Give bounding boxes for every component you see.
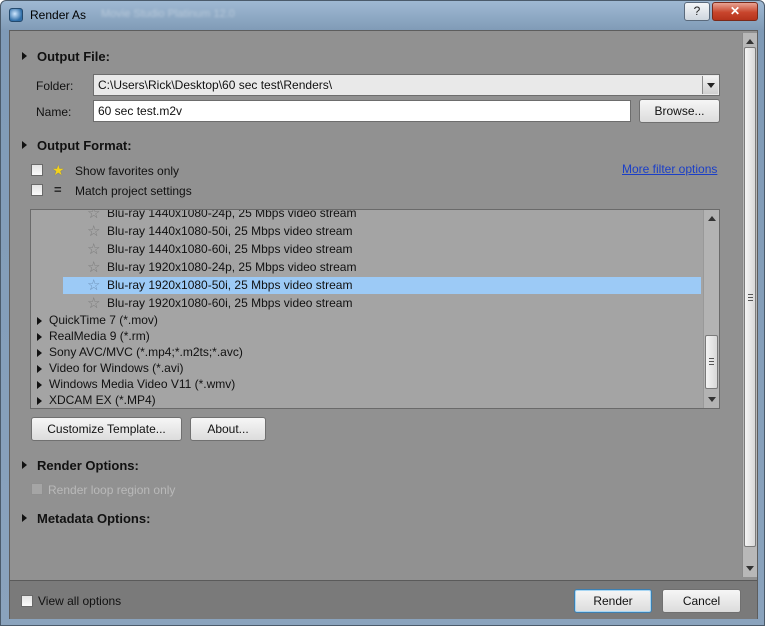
expand-arrow-icon[interactable] bbox=[37, 365, 42, 373]
star-outline-icon[interactable]: ☆ bbox=[87, 241, 100, 258]
format-group-label: Sony AVC/MVC (*.mp4;*.m2ts;*.avc) bbox=[49, 345, 243, 359]
render-options-header[interactable]: Render Options: bbox=[22, 458, 139, 473]
expand-arrow-icon[interactable] bbox=[37, 317, 42, 325]
folder-label: Folder: bbox=[36, 79, 74, 93]
template-row[interactable]: ☆ Blu-ray 1440x1080-60i, 25 Mbps video st… bbox=[87, 241, 699, 258]
folder-combobox[interactable]: C:\Users\Rick\Desktop\60 sec test\Render… bbox=[93, 74, 720, 96]
scroll-up-icon[interactable] bbox=[708, 216, 716, 221]
output-file-header[interactable]: Output File: bbox=[22, 49, 110, 64]
browse-button[interactable]: Browse... bbox=[639, 99, 720, 123]
format-group-row[interactable]: RealMedia 9 (*.rm) bbox=[35, 328, 150, 345]
format-group-label: XDCAM EX (*.MP4) bbox=[49, 393, 156, 407]
template-label: Blu-ray 1920x1080-60i, 25 Mbps video str… bbox=[107, 296, 353, 310]
template-label: Blu-ray 1440x1080-60i, 25 Mbps video str… bbox=[107, 242, 353, 256]
cancel-button[interactable]: Cancel bbox=[662, 589, 741, 613]
format-group-row[interactable]: QuickTime 7 (*.mov) bbox=[35, 312, 158, 329]
name-input[interactable]: 60 sec test.m2v bbox=[93, 100, 631, 122]
view-all-options-checkbox[interactable] bbox=[21, 595, 33, 607]
match-project-checkbox[interactable] bbox=[31, 184, 43, 196]
scroll-down-icon[interactable] bbox=[708, 397, 716, 402]
show-favorites-label: Show favorites only bbox=[75, 164, 180, 178]
metadata-options-header[interactable]: Metadata Options: bbox=[22, 511, 150, 526]
title-bar: Render As Movie Studio Platinum 12.0 ? ✕ bbox=[1, 1, 764, 29]
format-group-row[interactable]: Sony AVC/MVC (*.mp4;*.m2ts;*.avc) bbox=[35, 344, 243, 361]
expand-arrow-icon bbox=[22, 52, 27, 60]
customize-template-button[interactable]: Customize Template... bbox=[31, 417, 182, 441]
template-label: Blu-ray 1920x1080-24p, 25 Mbps video str… bbox=[107, 260, 357, 274]
expand-arrow-icon[interactable] bbox=[37, 397, 42, 405]
background-window-title: Movie Studio Platinum 12.0 bbox=[101, 8, 235, 20]
format-group-label: Video for Windows (*.avi) bbox=[49, 361, 184, 375]
dialog-footer: View all options Render Cancel bbox=[10, 580, 757, 619]
close-button[interactable]: ✕ bbox=[712, 2, 758, 21]
equals-icon: = bbox=[54, 182, 62, 197]
format-group-label: Windows Media Video V11 (*.wmv) bbox=[49, 377, 236, 391]
template-label: Blu-ray 1440x1080-24p, 25 Mbps video str… bbox=[107, 209, 357, 220]
star-outline-icon[interactable]: ☆ bbox=[87, 259, 100, 276]
expand-arrow-icon bbox=[22, 514, 27, 522]
template-row[interactable]: ☆ Blu-ray 1920x1080-60i, 25 Mbps video st… bbox=[87, 295, 699, 312]
format-group-row[interactable]: Windows Media Video V11 (*.wmv) bbox=[35, 376, 235, 393]
app-icon bbox=[9, 8, 23, 22]
folder-value: C:\Users\Rick\Desktop\60 sec test\Render… bbox=[98, 78, 333, 92]
template-row[interactable]: ☆ Blu-ray 1440x1080-24p, 25 Mbps video st… bbox=[87, 209, 699, 222]
match-project-label: Match project settings bbox=[75, 184, 192, 198]
star-outline-icon[interactable]: ☆ bbox=[87, 210, 100, 222]
dialog-scroll-thumb[interactable] bbox=[744, 47, 756, 547]
metadata-options-heading: Metadata Options: bbox=[37, 511, 151, 526]
render-button[interactable]: Render bbox=[574, 589, 652, 613]
name-label: Name: bbox=[36, 105, 72, 119]
dialog-scrollbar[interactable] bbox=[742, 33, 757, 577]
star-outline-icon[interactable]: ☆ bbox=[87, 277, 100, 294]
list-scroll-thumb[interactable] bbox=[705, 335, 718, 389]
output-format-heading: Output Format: bbox=[37, 138, 132, 153]
scroll-down-icon[interactable] bbox=[746, 566, 754, 571]
chevron-down-icon[interactable] bbox=[702, 76, 718, 94]
about-button[interactable]: About... bbox=[190, 417, 266, 441]
view-all-options-label: View all options bbox=[38, 594, 122, 608]
template-row[interactable]: ☆ Blu-ray 1440x1080-50i, 25 Mbps video st… bbox=[87, 223, 699, 240]
output-format-header[interactable]: Output Format: bbox=[22, 138, 132, 153]
expand-arrow-icon[interactable] bbox=[37, 333, 42, 341]
template-label: Blu-ray 1920x1080-50i, 25 Mbps video str… bbox=[107, 278, 353, 292]
format-group-row[interactable]: Video for Windows (*.avi) bbox=[35, 360, 184, 377]
dialog-body: Output File: Folder: C:\Users\Rick\Deskt… bbox=[9, 30, 758, 619]
expand-arrow-icon bbox=[22, 141, 27, 149]
expand-arrow-icon[interactable] bbox=[37, 349, 42, 357]
star-outline-icon[interactable]: ☆ bbox=[87, 295, 100, 312]
help-button[interactable]: ? bbox=[684, 2, 710, 21]
format-group-row[interactable]: XDCAM EX (*.MP4) bbox=[35, 392, 156, 408]
render-loop-region-checkbox[interactable] bbox=[31, 483, 43, 495]
expand-arrow-icon bbox=[22, 461, 27, 469]
window-title: Render As bbox=[30, 8, 87, 22]
list-scrollbar[interactable] bbox=[703, 210, 719, 408]
render-options-heading: Render Options: bbox=[37, 458, 139, 473]
render-as-dialog: Render As Movie Studio Platinum 12.0 ? ✕… bbox=[0, 0, 765, 626]
show-favorites-checkbox[interactable] bbox=[31, 164, 43, 176]
format-group-label: RealMedia 9 (*.rm) bbox=[49, 329, 150, 343]
scroll-up-icon[interactable] bbox=[746, 39, 754, 44]
expand-arrow-icon[interactable] bbox=[37, 381, 42, 389]
format-template-list: ☆ Blu-ray 1440x1080-24p, 25 Mbps video st… bbox=[30, 209, 720, 409]
more-filter-options-link[interactable]: More filter options bbox=[622, 162, 717, 176]
output-file-heading: Output File: bbox=[37, 49, 110, 64]
template-label: Blu-ray 1440x1080-50i, 25 Mbps video str… bbox=[107, 224, 353, 238]
template-row-selected[interactable]: ☆ Blu-ray 1920x1080-50i, 25 Mbps video st… bbox=[63, 277, 701, 294]
favorite-star-icon: ★ bbox=[52, 162, 65, 178]
render-loop-region-label: Render loop region only bbox=[48, 483, 176, 497]
star-outline-icon[interactable]: ☆ bbox=[87, 223, 100, 240]
template-row[interactable]: ☆ Blu-ray 1920x1080-24p, 25 Mbps video st… bbox=[87, 259, 699, 276]
format-group-label: QuickTime 7 (*.mov) bbox=[49, 313, 158, 327]
